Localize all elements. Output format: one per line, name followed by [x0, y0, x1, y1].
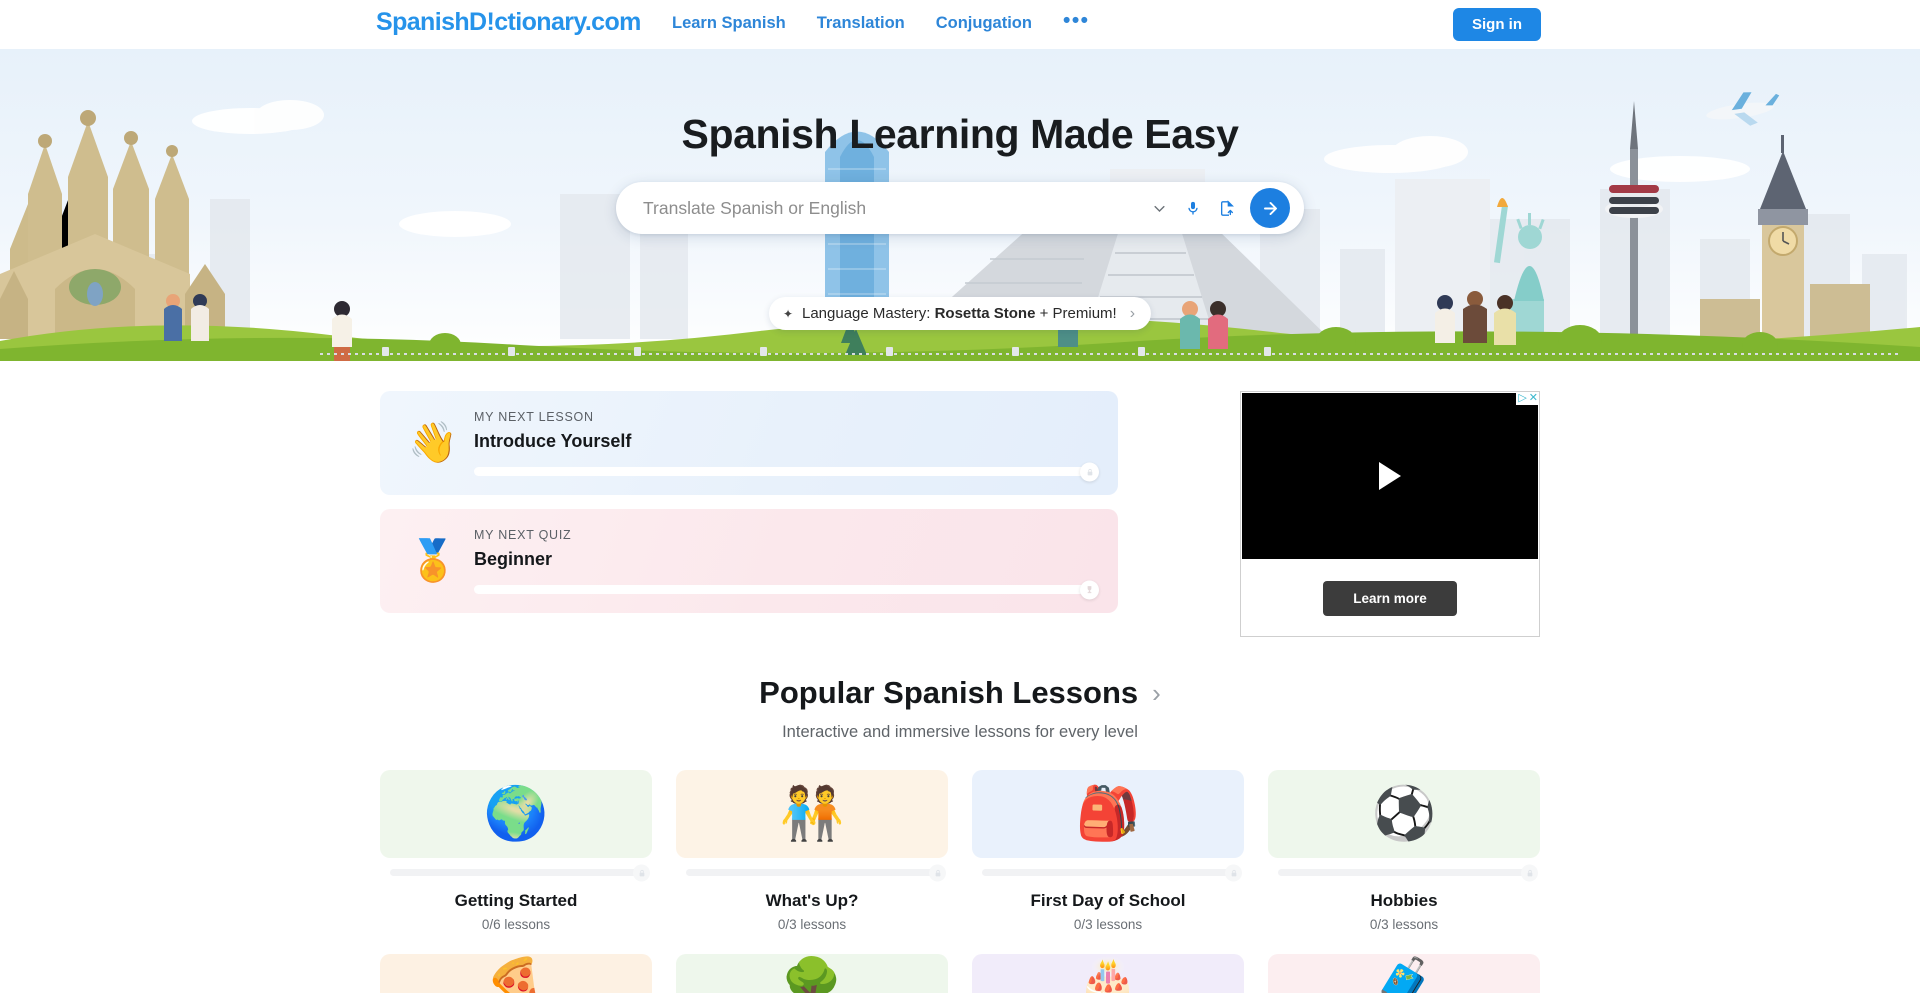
ad-video-player[interactable] — [1242, 393, 1538, 559]
lesson-card-food[interactable]: 🍕 — [380, 954, 652, 993]
next-quiz-body: MY NEXT QUIZ Beginner — [464, 528, 1099, 599]
search-input[interactable] — [616, 197, 1142, 219]
next-lesson-title: Introduce Yourself — [474, 431, 632, 451]
lock-icon — [1225, 864, 1242, 881]
lock-icon — [929, 864, 946, 881]
next-lesson-card[interactable]: 👋 MY NEXT LESSON Introduce Yourself — [380, 391, 1118, 495]
lesson-progress-bar — [686, 864, 946, 881]
lesson-card-travel[interactable]: 🧳 — [1268, 954, 1540, 993]
translate-submit-button[interactable] — [1250, 188, 1290, 228]
play-icon[interactable] — [1379, 462, 1401, 490]
popular-lessons-header: Popular Spanish Lessons › Interactive an… — [380, 675, 1540, 742]
medal-icon: 🏅 — [408, 539, 458, 583]
translate-search-bar[interactable] — [616, 182, 1304, 234]
lesson-count: 0/6 lessons — [481, 917, 551, 932]
lock-icon — [633, 864, 650, 881]
promo-suffix: + Premium! — [1035, 305, 1117, 322]
primary-nav: Learn Spanish Translation Conjugation ••… — [672, 10, 1090, 33]
promo-text: Language Mastery: Rosetta Stone + Premiu… — [802, 305, 1117, 322]
close-icon[interactable]: ✕ — [1529, 393, 1538, 404]
chevron-right-icon[interactable]: › — [1130, 305, 1135, 323]
next-lesson-body: MY NEXT LESSON Introduce Yourself — [464, 410, 1099, 481]
hero-banner: Spanish Learning Made Easy ✦ Language Ma… — [0, 49, 1920, 361]
site-header: SpanishD!ctionary.com Learn Spanish Tran… — [0, 0, 1920, 49]
popular-lessons-title: Popular Spanish Lessons — [759, 675, 1139, 710]
lesson-count: 0/3 lessons — [777, 917, 847, 932]
lesson-card-getting-started[interactable]: 🌍 Getting Started 0/6 lessons — [380, 770, 652, 932]
sign-in-button[interactable]: Sign in — [1453, 8, 1541, 41]
lesson-card-first-day-of-school[interactable]: 🎒 First Day of School 0/3 lessons — [972, 770, 1244, 932]
lesson-count: 0/3 lessons — [1073, 917, 1143, 932]
ad-choices-controls: ▷ ✕ — [1516, 392, 1539, 405]
lesson-name: What's Up? — [765, 891, 859, 910]
next-quiz-card[interactable]: 🏅 MY NEXT QUIZ Beginner — [380, 509, 1118, 613]
promo-prefix: Language Mastery: — [802, 305, 935, 322]
lock-icon — [1521, 864, 1538, 881]
next-quiz-title: Beginner — [474, 549, 553, 569]
lesson-progress-bar — [1278, 864, 1538, 881]
next-lesson-progress-bar — [474, 462, 1099, 481]
birthday-cake-icon: 🎂 — [972, 954, 1244, 993]
lesson-count: 0/3 lessons — [1369, 917, 1439, 932]
lesson-card-grid-row2: 🍕 🌳 🎂 🧳 — [380, 954, 1540, 993]
nav-item-translation[interactable]: Translation — [817, 14, 905, 33]
document-upload-icon[interactable] — [1210, 199, 1244, 218]
lesson-progress-bar — [982, 864, 1242, 881]
lock-icon — [1080, 462, 1099, 481]
lesson-card-hobbies[interactable]: ⚽ Hobbies 0/3 lessons — [1268, 770, 1540, 932]
adchoices-icon[interactable]: ▷ — [1518, 393, 1526, 404]
tree-icon: 🌳 — [676, 954, 948, 993]
globe-icon: 🌍 — [380, 770, 652, 858]
lesson-name: First Day of School — [1030, 891, 1186, 910]
lesson-name: Hobbies — [1370, 891, 1438, 910]
promo-banner[interactable]: ✦ Language Mastery: Rosetta Stone + Prem… — [768, 297, 1152, 330]
learn-more-button[interactable]: Learn more — [1323, 580, 1457, 616]
popular-lessons-title-link[interactable]: Popular Spanish Lessons › — [759, 675, 1161, 711]
site-logo[interactable]: SpanishD!ctionary.com — [376, 8, 641, 37]
ad-footer: Learn more — [1241, 560, 1539, 636]
promo-brand: Rosetta Stone — [934, 305, 1036, 322]
chevron-down-icon[interactable] — [1142, 201, 1176, 216]
lesson-card-nature[interactable]: 🌳 — [676, 954, 948, 993]
lesson-card-whats-up[interactable]: 🧑‍🤝‍🧑 What's Up? 0/3 lessons — [676, 770, 948, 932]
microphone-icon[interactable] — [1176, 199, 1210, 218]
chevron-right-icon[interactable]: › — [1152, 678, 1161, 709]
soccer-ball-icon: ⚽ — [1268, 770, 1540, 858]
popular-lessons-subtitle: Interactive and immersive lessons for ev… — [782, 723, 1138, 741]
lesson-name: Getting Started — [454, 891, 578, 910]
nav-item-learn-spanish[interactable]: Learn Spanish — [672, 14, 786, 33]
ad-container: ▷ ✕ Learn more — [1240, 391, 1540, 637]
lesson-progress-bar — [390, 864, 650, 881]
next-quiz-progress-bar — [474, 580, 1099, 599]
page-title: Spanish Learning Made Easy — [681, 111, 1239, 157]
next-lesson-kicker: MY NEXT LESSON — [474, 410, 594, 424]
trophy-icon — [1080, 580, 1099, 599]
next-quiz-kicker: MY NEXT QUIZ — [474, 528, 572, 542]
people-talking-icon: 🧑‍🤝‍🧑 — [676, 770, 948, 858]
pizza-icon: 🍕 — [380, 954, 652, 993]
more-menu-icon[interactable]: ••• — [1063, 10, 1090, 31]
backpack-icon: 🎒 — [972, 770, 1244, 858]
dashboard-row: 👋 MY NEXT LESSON Introduce Yourself 🏅 MY… — [380, 391, 1540, 637]
waving-hand-icon: 👋 — [408, 421, 458, 465]
main-content: 👋 MY NEXT LESSON Introduce Yourself 🏅 MY… — [0, 361, 1920, 993]
suitcase-icon: 🧳 — [1268, 954, 1540, 993]
advertisement-column: ▷ ✕ Learn more — [1240, 391, 1540, 637]
nav-item-conjugation[interactable]: Conjugation — [936, 14, 1032, 33]
search-bar-icons — [1142, 188, 1304, 228]
lesson-card-celebrations[interactable]: 🎂 — [972, 954, 1244, 993]
sparkle-icon: ✦ — [782, 306, 793, 321]
lesson-card-grid: 🌍 Getting Started 0/6 lessons 🧑‍🤝‍🧑 What… — [380, 770, 1540, 932]
next-up-cards: 👋 MY NEXT LESSON Introduce Yourself 🏅 MY… — [380, 391, 1118, 627]
popular-lessons-section: Popular Spanish Lessons › Interactive an… — [380, 675, 1540, 993]
